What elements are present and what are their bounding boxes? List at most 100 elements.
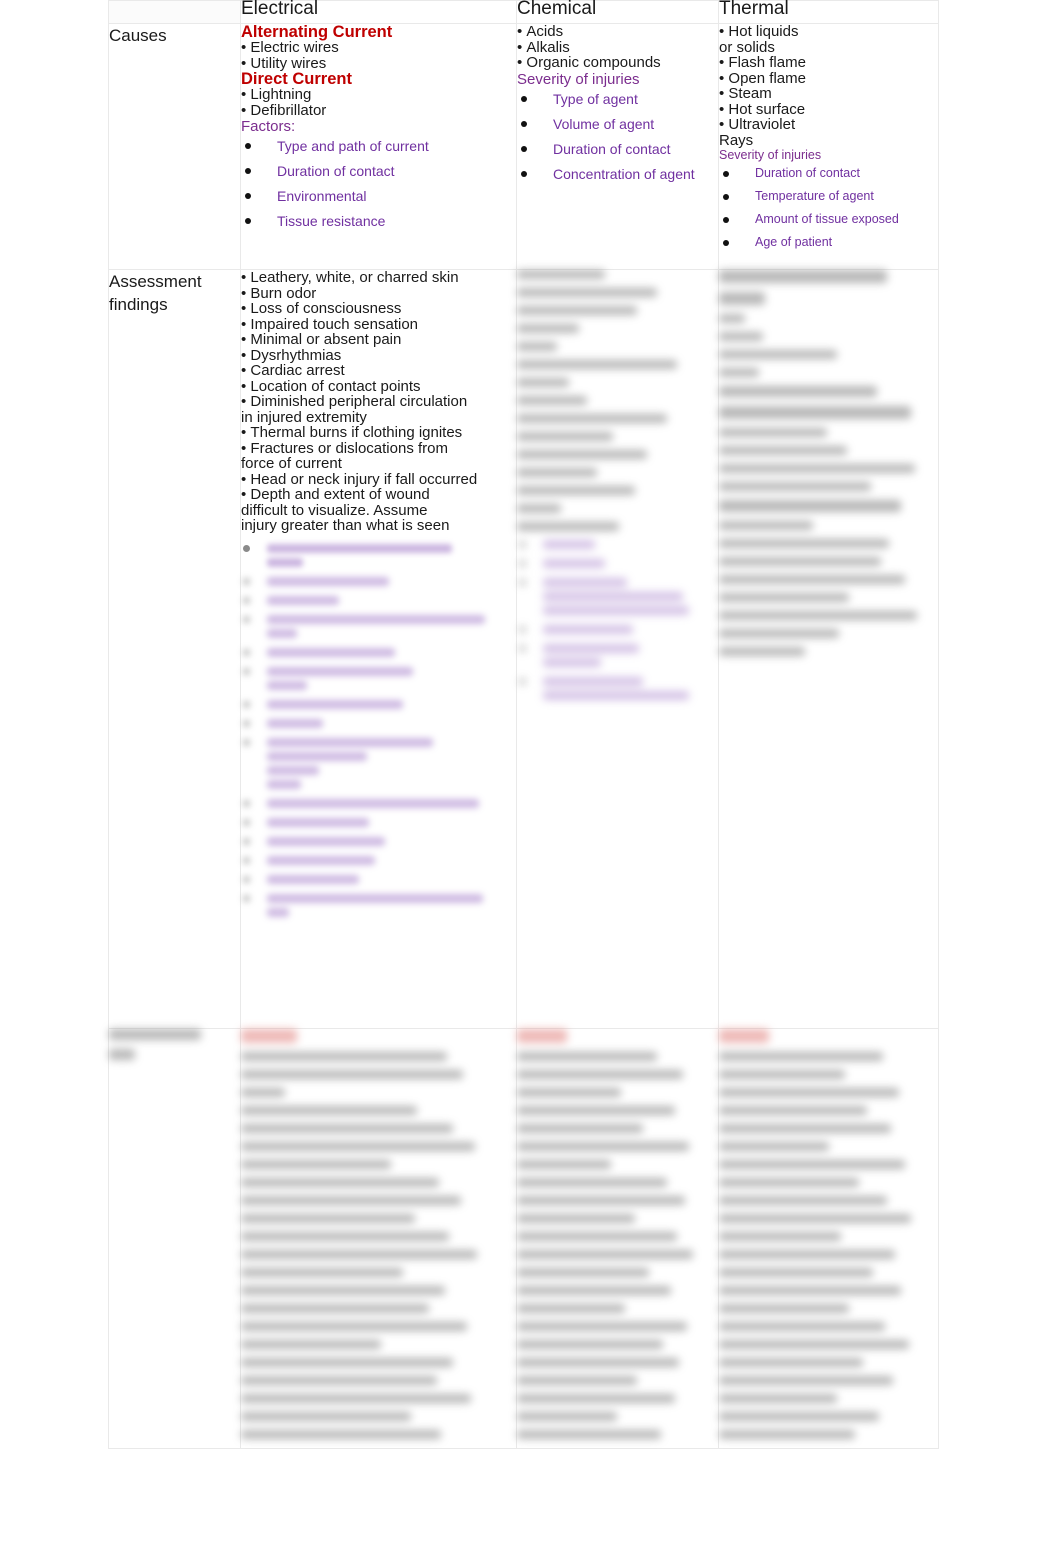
list-item: Tissue resistance (241, 213, 516, 229)
list-item: Hot surface (719, 101, 938, 118)
list-item: Type of agent (517, 91, 718, 107)
header-cell-chemical: Chemical (516, 0, 719, 24)
list-item: force of current (241, 455, 342, 472)
list-item: Thermal burns if clothing ignites (241, 425, 516, 441)
redacted-content-third-thermal (719, 1029, 938, 1439)
list-item: Volume of agent (517, 116, 718, 132)
list-item: Duration of contact (517, 141, 718, 157)
list-item: Electric wires (241, 40, 516, 56)
list-item: Duration of contact (719, 166, 938, 181)
list-item: Ultraviolet (719, 117, 938, 133)
list-item: Impaired touch sensation (241, 316, 516, 333)
list-item: Cardiac arrest (241, 363, 516, 379)
subheading-severity-of-injuries-chemical: Severity of injuries (517, 70, 640, 88)
redacted-bullet (241, 893, 516, 917)
row-label-causes: Causes (108, 23, 241, 270)
list-item: Head or neck injury if fall occurred (241, 471, 516, 488)
redacted-content-electrical-assessment (241, 543, 516, 917)
list-alternating-current-causes: Electric wires Utility wires (241, 40, 516, 71)
subheading-factors: Factors: (241, 118, 296, 135)
row-label-assessment-findings: Assessment findings (108, 269, 241, 1029)
list-item: Leathery, white, or charred skin (241, 270, 516, 286)
row-label-redacted (108, 1028, 241, 1449)
heading-alternating-current: Alternating Current (241, 23, 393, 41)
list-item: injury greater than what is seen (241, 517, 450, 534)
redacted-bullet (241, 699, 516, 709)
burn-comparison-table: Electrical Chemical Thermal Causes Alter… (108, 0, 939, 1449)
cell-third-thermal (718, 1028, 939, 1449)
redacted-bullet (517, 625, 718, 634)
redacted-content-third-chemical (517, 1029, 718, 1439)
header-label-electrical: Electrical (241, 0, 319, 19)
cell-third-electrical (240, 1028, 517, 1449)
table-row: Causes Alternating Current Electric wire… (108, 23, 939, 270)
list-item: Utility wires (241, 55, 516, 72)
header-label-thermal: Thermal (719, 0, 789, 19)
list-chemical-causes: Acids Alkalis Organic compounds (517, 24, 718, 71)
header-cell-blank (108, 0, 241, 24)
redacted-content-chemical-assessment (517, 270, 718, 700)
redacted-bullet (517, 677, 718, 700)
redacted-bullet (241, 817, 516, 827)
cell-assessment-thermal (718, 269, 939, 1029)
list-item: Amount of tissue exposed (719, 212, 938, 227)
list-item: Flash flame (719, 55, 938, 71)
redacted-bullet (241, 543, 516, 567)
list-thermal-severity-factors: Duration of contact Temperature of agent… (719, 166, 938, 250)
redacted-bullet (241, 874, 516, 884)
list-item: in injured extremity (241, 408, 367, 426)
list-item: Type and path of current (241, 138, 516, 154)
cell-causes-chemical: Acids Alkalis Organic compounds Severity… (516, 23, 719, 270)
heading-direct-current: Direct Current (241, 70, 352, 88)
list-direct-current-causes: Lightning Defibrillator (241, 87, 516, 118)
redacted-bullet (241, 855, 516, 865)
redacted-bullet (241, 614, 516, 638)
redacted-bullet (517, 540, 718, 549)
cell-causes-thermal: Hot liquids or solids Flash flame Open f… (718, 23, 939, 270)
list-item: Steam (719, 86, 938, 102)
cell-causes-electrical: Alternating Current Electric wires Utili… (240, 23, 517, 270)
redacted-bullet (241, 718, 516, 728)
list-chemical-severity-factors: Type of agent Volume of agent Duration o… (517, 91, 718, 182)
list-item: Depth and extent of wound (241, 487, 516, 503)
list-item: Organic compounds (517, 55, 718, 71)
header-label-chemical: Chemical (517, 0, 597, 19)
list-item: Location of contact points (241, 378, 516, 395)
cell-assessment-electrical: Leathery, white, or charred skin Burn od… (240, 269, 517, 1029)
list-item: Hot liquids (719, 24, 938, 40)
table-row: Assessment findings Leathery, white, or … (108, 269, 939, 1029)
redacted-label (109, 1029, 240, 1060)
list-item: Loss of consciousness (241, 301, 516, 317)
redacted-lines (241, 576, 516, 917)
list-electrical-factors: Type and path of current Duration of con… (241, 138, 516, 229)
list-item: difficult to visualize. Assume (241, 501, 428, 519)
list-item: Dysrhythmias (241, 347, 516, 364)
table-header-row: Electrical Chemical Thermal (108, 0, 939, 24)
header-cell-thermal: Thermal (718, 0, 939, 24)
redacted-bullet (517, 559, 718, 568)
list-item: Defibrillator (241, 102, 516, 119)
redacted-bullet (241, 737, 516, 789)
redacted-bullet (241, 595, 516, 605)
redacted-content-third-electrical (241, 1029, 516, 1439)
list-electrical-assessment-findings: Leathery, white, or charred skin Burn od… (241, 270, 516, 534)
header-cell-electrical: Electrical (240, 0, 517, 24)
list-item: Open flame (719, 70, 938, 87)
list-item: Lightning (241, 87, 516, 103)
redacted-bullet (517, 644, 718, 667)
list-item: Temperature of agent (719, 189, 938, 204)
table-row (108, 1028, 939, 1449)
list-thermal-causes: Hot liquids or solids Flash flame Open f… (719, 24, 938, 148)
list-item: Burn odor (241, 285, 516, 302)
subheading-severity-of-injuries-thermal: Severity of injuries (719, 148, 822, 162)
redacted-content-thermal-assessment (719, 270, 938, 656)
redacted-bullet (241, 576, 516, 586)
redacted-bullet (517, 578, 718, 615)
list-item: or solids (719, 38, 775, 56)
comparison-table-container: Electrical Chemical Thermal Causes Alter… (108, 0, 939, 1449)
cell-third-chemical (516, 1028, 719, 1449)
list-item: Rays (719, 131, 754, 149)
list-item: Age of patient (719, 235, 938, 250)
redacted-bullet (241, 836, 516, 846)
redacted-bullet (241, 666, 516, 690)
